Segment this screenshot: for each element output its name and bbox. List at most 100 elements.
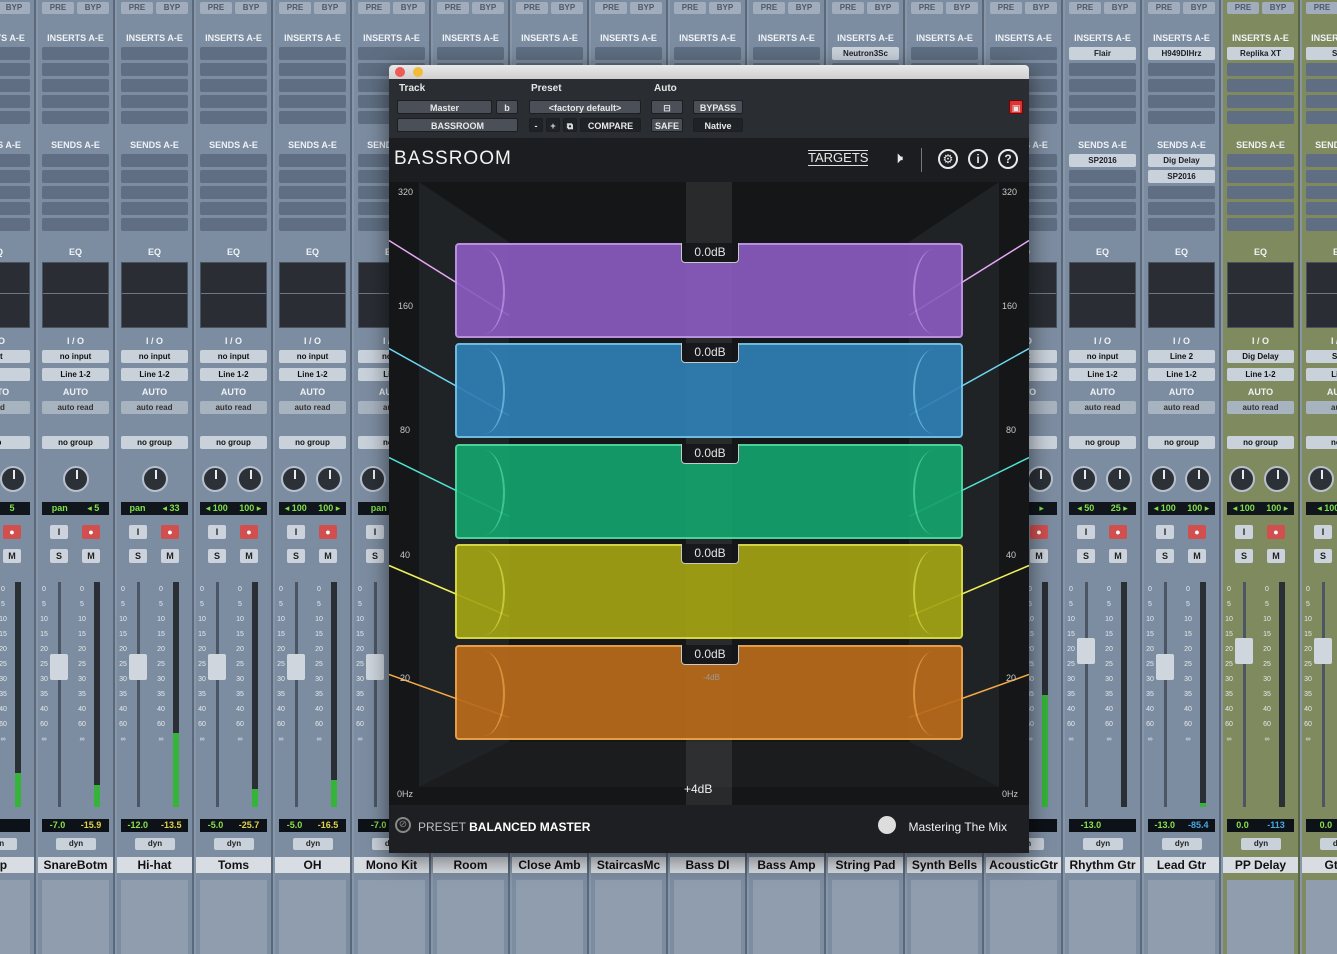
volume-fader[interactable] [1077, 638, 1095, 664]
volume-readout[interactable]: -14.4 [0, 819, 30, 832]
dyn-button[interactable]: dyn [293, 838, 333, 850]
send-slot[interactable] [121, 186, 188, 199]
pre-button[interactable]: PRE [832, 2, 864, 14]
dyn-button[interactable]: dyn [56, 838, 96, 850]
preset-name[interactable]: PRESET BALANCED MASTER [418, 820, 590, 834]
send-slot[interactable] [1306, 202, 1337, 215]
insert-slot[interactable] [753, 47, 820, 60]
mute-button[interactable]: M [82, 549, 100, 563]
insert-slot[interactable] [200, 63, 267, 76]
send-slot[interactable] [279, 202, 346, 215]
byp-button[interactable]: BYP [551, 2, 583, 14]
comments-area[interactable] [437, 880, 504, 954]
eq-thumbnail[interactable] [1069, 262, 1136, 328]
insert-slot[interactable] [121, 111, 188, 124]
track-name[interactable]: Hi-hat [117, 857, 192, 873]
insert-slot[interactable]: SP2 [1306, 47, 1337, 60]
insert-slot[interactable] [1069, 79, 1136, 92]
send-slot[interactable] [121, 202, 188, 215]
pan-knob-right[interactable] [1027, 466, 1053, 492]
preset-minus-button[interactable]: - [529, 118, 543, 132]
eq-thumbnail[interactable] [121, 262, 188, 328]
volume-readout[interactable]: -5.0 -16.5 [279, 819, 346, 832]
pre-button[interactable]: PRE [358, 2, 390, 14]
record-arm-button[interactable]: ● [161, 525, 179, 539]
volume-readout[interactable]: -7.0 -15.9 [42, 819, 109, 832]
send-slot[interactable] [1227, 202, 1294, 215]
pan-knob-left[interactable] [1308, 466, 1334, 492]
insert-slot[interactable]: Neutron3Sc [832, 47, 899, 60]
pre-button[interactable]: PRE [121, 2, 153, 14]
group-select[interactable]: no group [1227, 436, 1294, 449]
track-name[interactable]: SnareBotm [38, 857, 113, 873]
solo-button[interactable]: S [129, 549, 147, 563]
automation-mode-select[interactable]: auto read [1069, 401, 1136, 414]
volume-fader[interactable] [1156, 654, 1174, 680]
insert-slot[interactable] [1148, 63, 1215, 76]
record-arm-button[interactable]: ● [1267, 525, 1285, 539]
insert-slot[interactable] [358, 47, 425, 60]
eq-thumbnail[interactable] [1306, 262, 1337, 328]
solo-button[interactable]: S [208, 549, 226, 563]
pre-button[interactable]: PRE [437, 2, 469, 14]
insert-slot[interactable] [200, 79, 267, 92]
group-select[interactable]: no group [200, 436, 267, 449]
mute-button[interactable]: M [161, 549, 179, 563]
record-arm-button[interactable]: ● [3, 525, 21, 539]
send-slot[interactable] [1148, 202, 1215, 215]
insert-slot[interactable] [279, 63, 346, 76]
pre-button[interactable]: PRE [279, 2, 311, 14]
pre-button[interactable]: PRE [911, 2, 943, 14]
comments-area[interactable] [674, 880, 741, 954]
insert-slot[interactable] [121, 47, 188, 60]
byp-button[interactable]: BYP [1025, 2, 1057, 14]
insert-slot[interactable] [0, 47, 30, 60]
insert-slot[interactable] [200, 95, 267, 108]
pan-knob[interactable] [142, 466, 168, 492]
byp-button[interactable]: BYP [77, 2, 109, 14]
pre-button[interactable]: PRE [990, 2, 1022, 14]
plugin-titlebar[interactable] [389, 65, 1029, 79]
pre-button[interactable]: PRE [1069, 2, 1101, 14]
send-slot[interactable] [1227, 218, 1294, 231]
send-slot[interactable] [1148, 186, 1215, 199]
targets-button[interactable]: TARGETS [808, 150, 869, 166]
volume-fader[interactable] [1314, 638, 1332, 664]
send-slot[interactable] [1069, 202, 1136, 215]
eq-thumbnail[interactable] [200, 262, 267, 328]
insert-slot[interactable] [1148, 111, 1215, 124]
insert-slot[interactable] [1306, 63, 1337, 76]
pan-knob-right[interactable] [0, 466, 26, 492]
input-select[interactable]: no input [1069, 350, 1136, 363]
eq-band[interactable]: 0.0dB [455, 243, 963, 338]
insert-slot[interactable] [0, 79, 30, 92]
close-window-button[interactable] [395, 67, 405, 77]
track-name[interactable]: String Pad [828, 857, 903, 873]
eq-band[interactable]: 0.0dB [455, 645, 963, 740]
gear-icon[interactable]: ⚙ [938, 149, 958, 169]
insert-slot[interactable] [1306, 111, 1337, 124]
send-slot[interactable] [1227, 170, 1294, 183]
volume-readout[interactable]: -5.0 -25.7 [200, 819, 267, 832]
insert-slot[interactable] [121, 95, 188, 108]
send-slot[interactable] [0, 202, 30, 215]
track-select[interactable]: Master [397, 100, 492, 114]
pre-button[interactable]: PRE [42, 2, 74, 14]
dyn-button[interactable]: dyn [135, 838, 175, 850]
output-select[interactable]: Line 1-2 [1069, 368, 1136, 381]
output-select[interactable]: Line 1-2 [200, 368, 267, 381]
insert-slot[interactable] [1227, 111, 1294, 124]
send-slot[interactable] [200, 170, 267, 183]
send-slot[interactable] [1306, 154, 1337, 167]
solo-button[interactable]: S [287, 549, 305, 563]
byp-button[interactable]: BYP [946, 2, 978, 14]
input-monitor-button[interactable]: I [287, 525, 305, 539]
byp-button[interactable]: BYP [1183, 2, 1215, 14]
send-slot[interactable] [121, 218, 188, 231]
track-name[interactable]: Top [0, 857, 34, 873]
insert-slot[interactable] [674, 47, 741, 60]
record-arm-button[interactable]: ● [82, 525, 100, 539]
send-slot[interactable] [279, 154, 346, 167]
send-slot[interactable] [1306, 170, 1337, 183]
pan-knob-right[interactable] [1106, 466, 1132, 492]
